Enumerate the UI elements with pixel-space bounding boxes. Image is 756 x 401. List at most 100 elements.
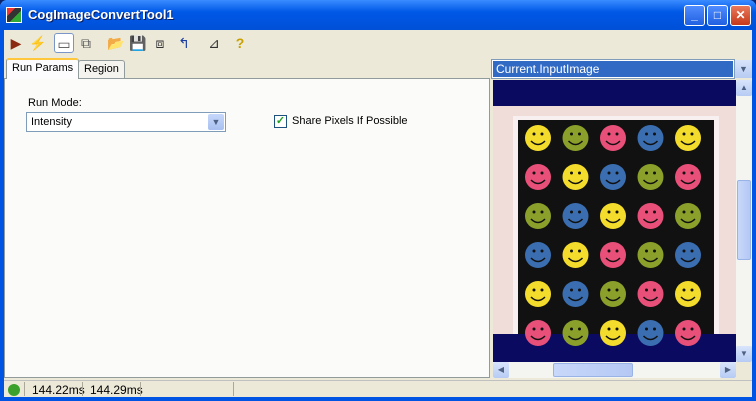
share-pixels-label: Share Pixels If Possible bbox=[292, 115, 408, 127]
image-border-top bbox=[493, 80, 736, 106]
run-time: 144.22ms bbox=[32, 383, 85, 397]
smiley-face bbox=[675, 125, 701, 151]
smiley-face bbox=[525, 281, 551, 307]
smiley-eye bbox=[532, 171, 536, 175]
minimize-button[interactable]: _ bbox=[684, 5, 705, 26]
smiley-eye bbox=[653, 249, 656, 253]
smiley-eye bbox=[570, 249, 573, 253]
scroll-up-icon[interactable]: ▲ bbox=[736, 80, 752, 96]
smiley-eye bbox=[690, 210, 694, 214]
status-indicator bbox=[8, 384, 20, 396]
app-icon bbox=[6, 7, 22, 23]
smiley-eye bbox=[540, 171, 544, 175]
title-bar[interactable]: CogImageConvertTool1 _ □ ✕ bbox=[0, 0, 756, 30]
smiley-eye bbox=[578, 210, 581, 214]
smiley-eye bbox=[540, 288, 544, 292]
smiley-face bbox=[675, 164, 701, 190]
tab-run-params[interactable]: Run Params bbox=[6, 58, 80, 79]
horizontal-scrollbar[interactable]: ◀ ▶ bbox=[493, 362, 736, 378]
scroll-right-icon[interactable]: ▶ bbox=[720, 362, 736, 378]
smiley-eye bbox=[645, 171, 648, 175]
smiley-face bbox=[525, 320, 551, 346]
smiley-eye bbox=[578, 132, 581, 136]
smiley-eye bbox=[645, 288, 648, 292]
smiley-eye bbox=[682, 249, 686, 253]
smiley-eye bbox=[615, 249, 619, 253]
chevron-down-icon[interactable]: ▼ bbox=[735, 60, 752, 78]
smiley-face bbox=[562, 164, 589, 190]
window-title: CogImageConvertTool1 bbox=[28, 7, 174, 22]
smiley-eye bbox=[682, 288, 686, 292]
smiley-eye bbox=[690, 132, 694, 136]
smiley-eye bbox=[607, 210, 611, 214]
smiley-face bbox=[637, 203, 664, 229]
smiley-face bbox=[637, 125, 664, 151]
smiley-eye bbox=[540, 327, 544, 331]
save-settings-icon[interactable]: ⧈ bbox=[150, 33, 170, 53]
smiley-eye bbox=[690, 327, 694, 331]
smiley-face bbox=[637, 320, 664, 346]
smiley-face bbox=[675, 320, 701, 346]
vertical-scrollbar[interactable]: ▲ ▼ bbox=[736, 80, 752, 362]
smiley-face bbox=[562, 203, 589, 229]
share-pixels-checkbox[interactable]: ✓ bbox=[274, 115, 287, 128]
floating-graphics-icon[interactable]: ⧉ bbox=[76, 33, 96, 53]
smiley-eye bbox=[653, 288, 656, 292]
smiley-eye bbox=[570, 327, 573, 331]
smiley-eye bbox=[682, 171, 686, 175]
input-image bbox=[493, 80, 736, 362]
run-icon[interactable]: ▶ bbox=[6, 33, 26, 53]
show-results-icon[interactable]: ⊿ bbox=[204, 33, 224, 53]
reset-icon[interactable]: ↰ bbox=[174, 33, 194, 53]
open-icon[interactable]: 📂 bbox=[106, 33, 126, 53]
electric-icon[interactable]: ⚡ bbox=[28, 33, 48, 53]
smiley-eye bbox=[570, 171, 573, 175]
smiley-eye bbox=[653, 132, 656, 136]
smiley-eye bbox=[540, 132, 544, 136]
smiley-eye bbox=[607, 327, 611, 331]
maximize-button[interactable]: □ bbox=[707, 5, 728, 26]
smiley-eye bbox=[532, 249, 536, 253]
smiley-eye bbox=[653, 327, 656, 331]
smiley-eye bbox=[570, 288, 573, 292]
smiley-face bbox=[637, 242, 664, 268]
close-button[interactable]: ✕ bbox=[730, 5, 751, 26]
local-graphics-icon[interactable]: ▭ bbox=[54, 33, 74, 53]
smiley-eye bbox=[690, 249, 694, 253]
image-source-select[interactable]: Current.InputImage bbox=[491, 59, 735, 79]
help-icon[interactable]: ? bbox=[230, 33, 250, 53]
smiley-eye bbox=[645, 249, 648, 253]
smiley-eye bbox=[682, 210, 686, 214]
run-mode-select[interactable]: Intensity ▼ bbox=[26, 112, 226, 132]
smiley-eye bbox=[653, 210, 656, 214]
smiley-eye bbox=[540, 249, 544, 253]
chevron-down-icon[interactable]: ▼ bbox=[208, 114, 224, 130]
horizontal-scroll-thumb[interactable] bbox=[553, 363, 633, 377]
smiley-face bbox=[600, 242, 626, 268]
smiley-eye bbox=[532, 210, 536, 214]
smiley-face bbox=[562, 125, 589, 151]
smiley-face bbox=[562, 242, 589, 268]
smiley-eye bbox=[615, 327, 619, 331]
smiley-eye bbox=[570, 210, 573, 214]
smiley-eye bbox=[645, 132, 648, 136]
run-mode-label: Run Mode: bbox=[28, 97, 82, 109]
smiley-face bbox=[600, 281, 626, 307]
scroll-left-icon[interactable]: ◀ bbox=[493, 362, 509, 378]
smiley-face bbox=[600, 164, 626, 190]
smiley-face bbox=[675, 203, 701, 229]
smiley-eye bbox=[682, 132, 686, 136]
tab-region[interactable]: Region bbox=[78, 60, 125, 78]
smiley-eye bbox=[570, 132, 573, 136]
scroll-down-icon[interactable]: ▼ bbox=[736, 346, 752, 362]
smiley-face bbox=[675, 242, 701, 268]
vertical-scroll-thumb[interactable] bbox=[737, 180, 751, 260]
smiley-face bbox=[525, 125, 551, 151]
image-display[interactable] bbox=[493, 80, 736, 362]
smiley-eye bbox=[578, 327, 581, 331]
smiley-eye bbox=[607, 171, 611, 175]
save-icon[interactable]: 💾 bbox=[128, 33, 148, 53]
run-params-panel: Run Mode: Intensity ▼ ✓ Share Pixels If … bbox=[4, 78, 490, 378]
smiley-eye bbox=[615, 288, 619, 292]
smiley-eye bbox=[653, 171, 656, 175]
